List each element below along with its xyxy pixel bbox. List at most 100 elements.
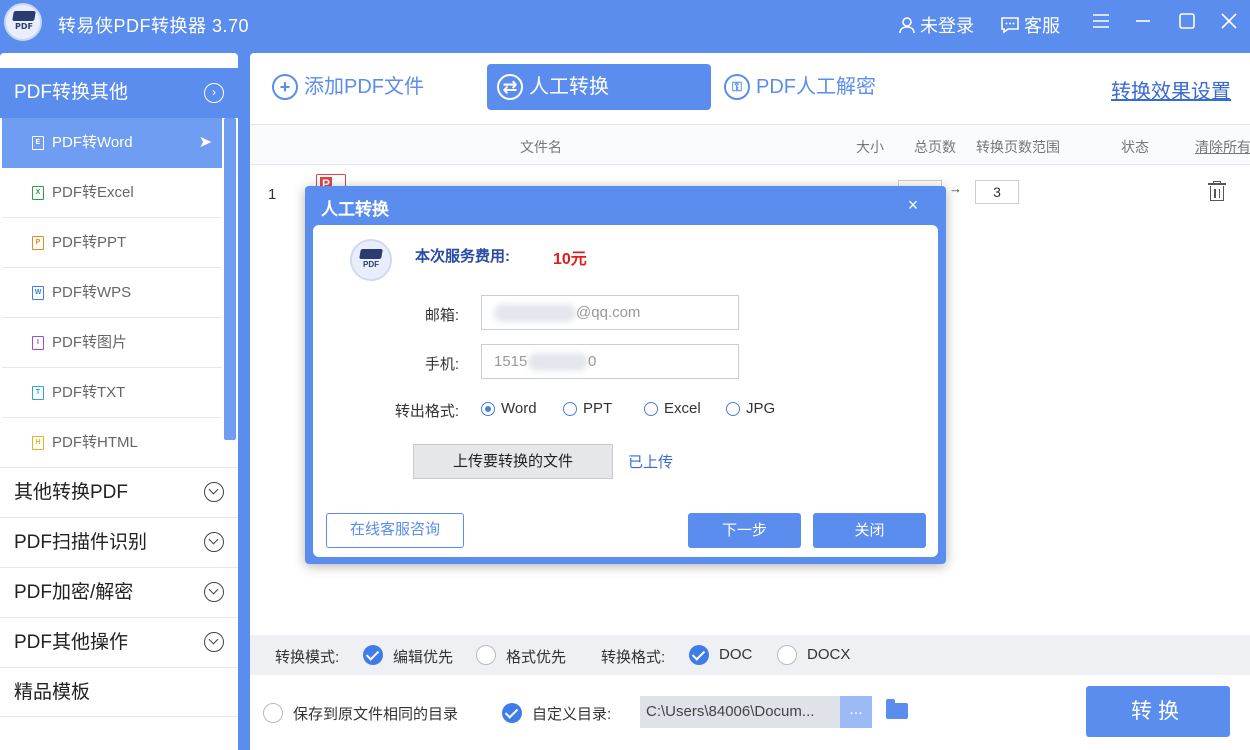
fee-value: 10元	[553, 251, 587, 268]
chevron-down-icon	[204, 482, 224, 502]
sidebar-item-pdf-to-wps[interactable]: W PDF转WPS	[2, 268, 222, 318]
mode-edit-label: 编辑优先	[393, 649, 454, 666]
html-file-icon: H	[32, 436, 44, 450]
folder-icon[interactable]	[886, 699, 908, 719]
col-filename: 文件名	[520, 139, 562, 155]
menu-icon[interactable]	[1088, 10, 1114, 36]
dialog-close-button[interactable]: 关闭	[813, 513, 926, 548]
sidebar-group-other-ops[interactable]: PDF其他操作	[0, 617, 238, 667]
sidebar-item-pdf-to-ppt[interactable]: P PDF转PPT	[2, 218, 222, 268]
sidebar-group-scan-ocr[interactable]: PDF扫描件识别	[0, 517, 238, 567]
excel-file-icon: X	[32, 186, 44, 200]
convert-button[interactable]: 转换	[1086, 686, 1230, 737]
radio-icon	[644, 402, 658, 416]
range-to-input[interactable]: 3	[975, 180, 1019, 204]
sidebar-group-label: PDF转换其他	[14, 82, 129, 103]
file-table-header: 文件名 大小 总页数 转换页数范围 状态 清除所有	[250, 124, 1250, 165]
upload-file-button[interactable]: 上传要转换的文件	[413, 444, 613, 479]
sidebar-item-pdf-to-html[interactable]: H PDF转HTML	[2, 418, 222, 468]
output-format-label: 转出格式:	[394, 403, 459, 420]
row-index: 1	[268, 186, 277, 203]
col-status: 状态	[1121, 139, 1149, 155]
format-label: 转换格式:	[601, 649, 666, 666]
format-docx-radio[interactable]	[777, 645, 797, 665]
sidebar: PDF转换其他 › E PDF转Word ➤ X PDF转Excel P PDF…	[0, 53, 238, 750]
clear-all-link[interactable]: 清除所有	[1195, 137, 1250, 157]
trash-icon[interactable]	[1208, 181, 1226, 201]
chevron-right-icon: ›	[204, 83, 224, 103]
chevron-down-icon	[204, 532, 224, 552]
browse-path-button[interactable]: ...	[840, 696, 872, 728]
col-range: 转换页数范围	[976, 139, 1060, 155]
key-circle-icon: ⚿	[724, 74, 750, 100]
mode-edit-radio[interactable]	[363, 645, 383, 665]
add-pdf-button[interactable]: + 添加PDF文件	[272, 64, 442, 110]
manual-convert-dialog: 人工转换 × PDF 本次服务费用: 10元 邮箱: @qq.com 手机: 1…	[305, 186, 946, 564]
sidebar-item-pdf-to-image[interactable]: I PDF转图片	[2, 318, 222, 368]
format-doc-label: DOC	[719, 646, 753, 663]
online-consult-button[interactable]: 在线客服咨询	[326, 513, 464, 548]
word-file-icon: E	[32, 136, 44, 150]
maximize-icon[interactable]	[1174, 10, 1200, 36]
plus-circle-icon: +	[272, 74, 298, 100]
custom-dir-radio[interactable]	[502, 703, 522, 723]
fee-label: 本次服务费用:	[415, 248, 510, 265]
col-size: 大小	[856, 139, 884, 155]
col-pages: 总页数	[914, 139, 956, 155]
sidebar-group-pdf-convert-other[interactable]: PDF转换其他 ›	[0, 68, 238, 118]
minimize-icon[interactable]	[1130, 10, 1156, 36]
window-close-icon[interactable]	[1216, 10, 1242, 36]
sidebar-item-pdf-to-word[interactable]: E PDF转Word ➤	[2, 118, 222, 168]
service-label: 客服	[1024, 16, 1060, 36]
sidebar-group-templates[interactable]: 精品模板	[0, 667, 238, 717]
phone-label: 手机:	[424, 356, 459, 373]
same-dir-label: 保存到原文件相同的目录	[293, 706, 459, 723]
upload-status: 已上传	[628, 454, 674, 471]
dialog-body: PDF 本次服务费用: 10元 邮箱: @qq.com 手机: 1515 0 转…	[313, 225, 938, 557]
app-logo-icon: PDF	[4, 3, 42, 41]
chevron-down-icon	[204, 632, 224, 652]
chevron-down-icon	[204, 582, 224, 602]
chat-icon	[1001, 17, 1019, 34]
output-bar: 保存到原文件相同的目录 自定义目录: C:\Users\84006\Docum.…	[250, 675, 1250, 750]
radio-icon	[726, 402, 740, 416]
service-button[interactable]: 客服	[1000, 12, 1060, 38]
mode-label: 转换模式:	[275, 649, 340, 666]
manual-convert-button[interactable]: ⇄ 人工转换	[487, 64, 711, 110]
login-label: 未登录	[920, 16, 974, 36]
radio-selected-icon	[481, 402, 495, 416]
sidebar-item-pdf-to-excel[interactable]: X PDF转Excel	[2, 168, 222, 218]
email-label: 邮箱:	[424, 307, 459, 324]
same-dir-radio[interactable]	[263, 703, 283, 723]
range-arrow: →	[949, 181, 962, 196]
sidebar-scrollbar[interactable]	[224, 118, 236, 440]
manual-decrypt-button[interactable]: ⚿ PDF人工解密	[724, 64, 904, 110]
next-step-button[interactable]: 下一步	[688, 513, 801, 548]
output-path-field[interactable]: C:\Users\84006\Docum...	[640, 696, 840, 728]
play-arrow-icon: ➤	[198, 134, 212, 151]
title-bar: PDF 转易侠PDF转换器 3.70 未登录 客服	[0, 0, 1250, 46]
image-file-icon: I	[32, 336, 44, 350]
wps-file-icon: W	[32, 286, 44, 300]
mode-format-radio[interactable]	[476, 645, 496, 665]
phone-field[interactable]: 1515 0	[481, 344, 739, 379]
dialog-close-icon[interactable]: ×	[903, 195, 923, 216]
sidebar-group-other-to-pdf[interactable]: 其他转换PDF	[0, 467, 238, 517]
login-button[interactable]: 未登录	[898, 12, 974, 38]
sidebar-item-pdf-to-txt[interactable]: T PDF转TXT	[2, 368, 222, 418]
swap-circle-icon: ⇄	[497, 74, 523, 100]
conversion-settings-link[interactable]: 转换效果设置	[1111, 75, 1231, 104]
app-title: 转易侠PDF转换器 3.70	[58, 16, 250, 36]
conversion-options-bar: 转换模式: 编辑优先 格式优先 转换格式: DOC DOCX	[250, 635, 1250, 675]
format-docx-label: DOCX	[807, 646, 851, 663]
email-field[interactable]: @qq.com	[481, 295, 739, 330]
dialog-title: 人工转换	[321, 200, 389, 219]
txt-file-icon: T	[32, 386, 44, 400]
custom-dir-label: 自定义目录:	[532, 706, 612, 723]
sidebar-group-encrypt-decrypt[interactable]: PDF加密/解密	[0, 567, 238, 617]
ppt-file-icon: P	[32, 236, 44, 250]
user-icon	[899, 17, 915, 34]
format-doc-radio[interactable]	[689, 645, 709, 665]
app-logo-icon: PDF	[350, 239, 392, 281]
mode-format-label: 格式优先	[506, 649, 567, 666]
